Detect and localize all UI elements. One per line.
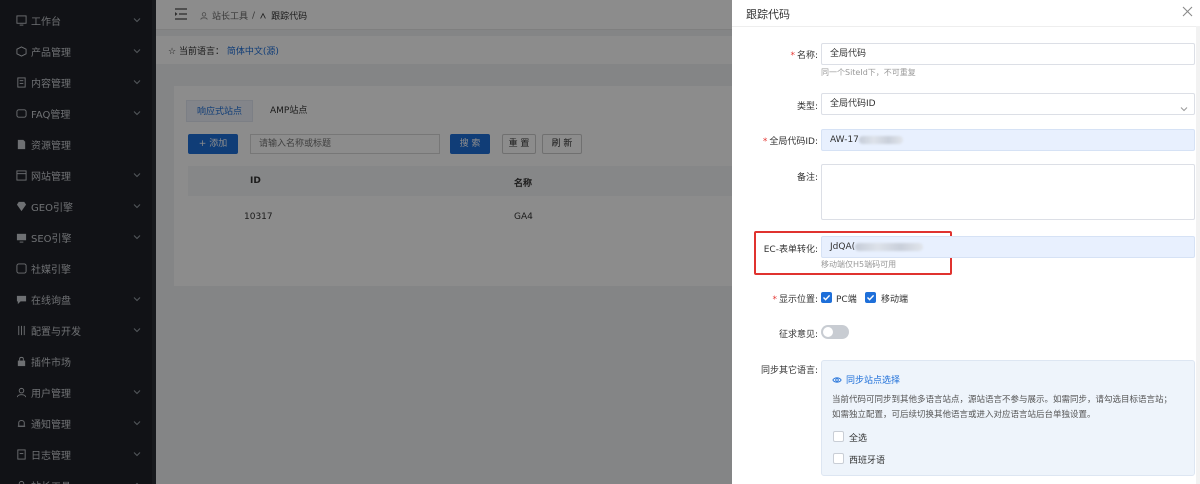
checkbox-select-all[interactable] <box>833 431 844 442</box>
redacted-blur <box>858 135 903 144</box>
checkbox-mobile-label[interactable]: 移动端 <box>881 292 908 305</box>
name-hint: 同一个SiteId下，不可重复 <box>821 68 916 77</box>
checkbox-pc[interactable] <box>821 292 832 303</box>
feedback-toggle[interactable] <box>821 325 849 339</box>
ec-value: JdQA( <box>830 242 856 252</box>
checkbox-pc-label[interactable]: PC端 <box>836 292 857 305</box>
sync-panel: 同步站点选择 当前代码可同步到其他多语言站点，源站语言不参与展示。如需同步，请勾… <box>821 360 1195 476</box>
global-id-label: * 全局代码ID: <box>762 137 818 147</box>
spanish-label[interactable]: 西班牙语 <box>849 453 885 466</box>
type-select[interactable]: 全局代码ID <box>821 93 1195 115</box>
note-label: 备注: <box>796 173 818 183</box>
checkbox-mobile[interactable] <box>865 292 876 303</box>
select-all-label[interactable]: 全选 <box>849 431 867 444</box>
type-label: 类型: <box>796 102 818 112</box>
name-input[interactable]: 全局代码 <box>821 43 1195 65</box>
type-select-value: 全局代码ID <box>830 99 876 109</box>
tracking-code-drawer: 跟踪代码 * 名称: 全局代码 同一个SiteId下，不可重复 类型: 全局代码I… <box>732 0 1200 484</box>
global-id-value: AW-17 <box>830 135 859 145</box>
feedback-label: 征求意见: <box>778 330 818 340</box>
ec-label: EC-表单转化: <box>763 245 818 255</box>
ec-input[interactable]: JdQA( <box>821 236 1195 258</box>
drawer-title: 跟踪代码 <box>746 8 790 21</box>
checkbox-spanish[interactable] <box>833 453 844 464</box>
drawer-scrollbar[interactable] <box>1196 26 1200 484</box>
position-label: * 显示位置: <box>772 295 818 305</box>
ec-hint: 移动端仅H5端码可用 <box>821 260 897 269</box>
sync-site-select-link[interactable]: 同步站点选择 <box>832 373 900 386</box>
global-id-input[interactable]: AW-17 <box>821 129 1195 151</box>
name-label: * 名称: <box>790 51 818 61</box>
toggle-knob <box>823 327 833 337</box>
close-icon[interactable] <box>1182 6 1193 17</box>
chevron-down-icon <box>1180 101 1188 112</box>
drawer-divider <box>732 26 1200 27</box>
note-textarea[interactable] <box>821 164 1195 220</box>
redacted-blur <box>855 242 924 251</box>
sync-description: 当前代码可同步到其他多语言站点，源站语言不参与展示。如需同步，请勾选目标语言站；… <box>832 395 1173 420</box>
sync-label: 同步其它语言: <box>760 366 818 376</box>
eye-icon <box>832 376 842 383</box>
